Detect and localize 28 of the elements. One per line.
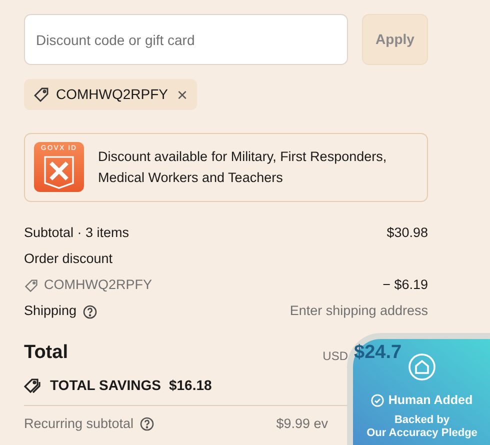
badge-subtitle: Our Accuracy Pledge — [366, 426, 478, 440]
badge-title: Human Added — [388, 392, 473, 409]
discount-code: COMHWQ2RPFY — [56, 85, 168, 104]
badge-subtitle: Backed by — [394, 414, 450, 427]
summary-label: Subtotal · 3 items — [24, 224, 130, 242]
shield-x-icon — [42, 154, 76, 188]
house-icon — [408, 353, 436, 381]
currency: USD — [322, 348, 348, 365]
tags-icon — [24, 378, 42, 394]
summary-value: $30.98 — [386, 224, 428, 242]
summary-label: Order discount — [24, 250, 113, 268]
recurring-label: Recurring subtotal — [24, 415, 134, 433]
tag-icon — [33, 86, 49, 102]
summary-value: − $6.19 — [382, 276, 428, 294]
savings-label: TOTAL SAVINGS — [50, 376, 161, 395]
summary-value: Enter shipping address — [290, 302, 428, 320]
total-label: Total — [24, 340, 68, 364]
help-icon[interactable] — [140, 417, 154, 432]
savings-amount: $16.18 — [168, 376, 212, 395]
remove-code-button[interactable]: × — [177, 86, 188, 104]
help-icon[interactable] — [82, 304, 97, 318]
check-circle-icon — [371, 394, 384, 407]
discount-message: Discount available for Military, First Responders, Medical Workers and Teachers — [98, 148, 388, 187]
discount-code: COMHWQ2RPFY — [44, 276, 152, 294]
recurring-value: $9.99 ev — [276, 415, 328, 433]
discount-code-field[interactable]: Discount code or gift card — [24, 14, 348, 65]
tag-icon — [24, 278, 38, 292]
summary-label: Shipping — [24, 302, 77, 320]
